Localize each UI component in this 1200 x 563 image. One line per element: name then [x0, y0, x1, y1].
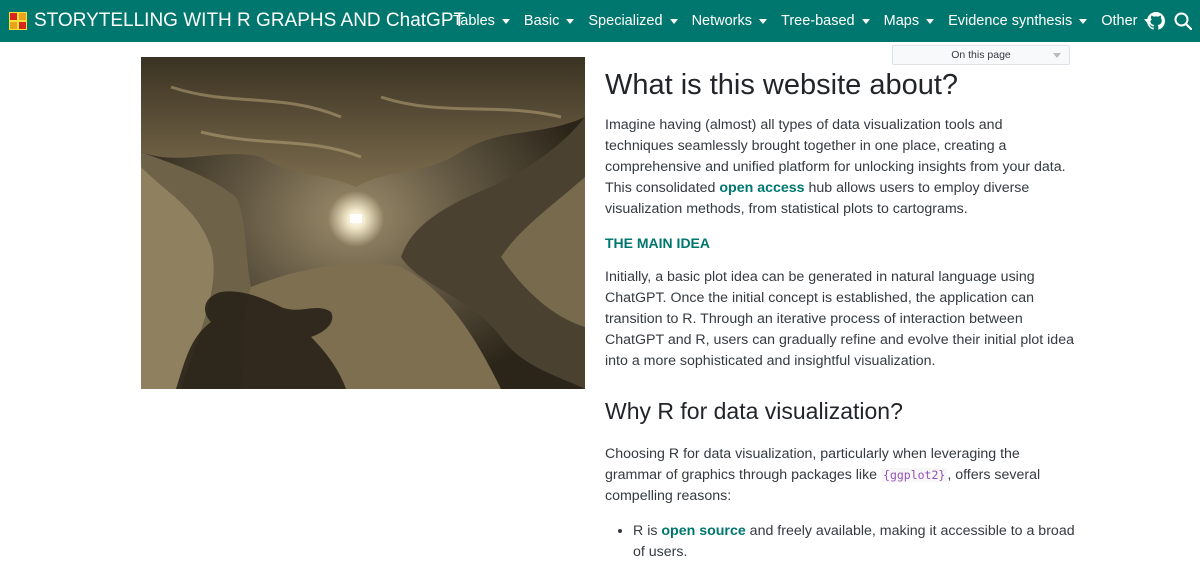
menu-basic[interactable]: Basic	[523, 13, 575, 29]
intro-paragraph: Imagine having (almost) all types of dat…	[605, 115, 1075, 220]
site-brand[interactable]: STORYTELLING WITH R GRAPHS AND ChatGPT	[34, 9, 465, 33]
menu-evidence-synthesis[interactable]: Evidence synthesis	[948, 13, 1088, 29]
menu-label: Specialized	[588, 13, 663, 29]
on-this-page-dropdown[interactable]: On this page	[892, 45, 1070, 65]
chevron-down-icon	[861, 18, 870, 24]
chevron-down-icon	[1079, 18, 1088, 24]
menu-tree-based[interactable]: Tree-based	[781, 13, 870, 29]
chevron-down-icon	[1053, 53, 1061, 58]
chevron-down-icon	[759, 18, 767, 24]
open-source-link[interactable]: open source	[661, 523, 745, 539]
menu-maps[interactable]: Maps	[883, 13, 935, 29]
list-item: R is open source and freely available, m…	[633, 521, 1075, 563]
menu-tables[interactable]: Tables	[453, 13, 510, 29]
reasons-list: R is open source and freely available, m…	[605, 521, 1075, 563]
menu-label: Tree-based	[781, 13, 855, 29]
main-menu: Tables Basic Specialized Networks Tree-b…	[453, 0, 1166, 42]
menu-label: Tables	[453, 13, 495, 29]
cave-photo	[141, 57, 585, 389]
main-idea-paragraph: Initially, a basic plot idea can be gene…	[605, 269, 1074, 369]
chevron-down-icon	[669, 18, 678, 24]
menu-label: Basic	[523, 13, 560, 29]
chevron-down-icon	[926, 18, 935, 24]
menu-other[interactable]: Other	[1101, 13, 1153, 29]
menu-label: Maps	[883, 13, 920, 29]
search-icon[interactable]	[1174, 12, 1192, 30]
menu-networks[interactable]: Networks	[692, 13, 767, 29]
chevron-down-icon	[566, 18, 575, 24]
why-r-paragraph: Choosing R for data visualization, parti…	[605, 444, 1075, 507]
main-content: What is this website about? Imagine havi…	[605, 66, 1075, 563]
top-navbar: STORYTELLING WITH R GRAPHS AND ChatGPT T…	[0, 0, 1200, 42]
bullet-text: R is	[633, 523, 662, 539]
menu-specialized[interactable]: Specialized	[588, 13, 678, 29]
menu-label: Other	[1101, 13, 1138, 29]
github-icon[interactable]	[1147, 12, 1165, 30]
ggplot2-code: {ggplot2}	[881, 468, 948, 482]
site-logo-icon[interactable]	[9, 12, 27, 30]
main-idea-heading: THE MAIN IDEA	[605, 235, 710, 251]
chevron-down-icon	[501, 18, 510, 24]
toc-label: On this page	[951, 49, 1011, 61]
open-access-link[interactable]: open access	[719, 180, 804, 196]
menu-label: Evidence synthesis	[948, 13, 1073, 29]
page-title: What is this website about?	[605, 69, 959, 101]
menu-label: Networks	[691, 13, 752, 29]
why-r-heading: Why R for data visualization?	[605, 398, 903, 424]
